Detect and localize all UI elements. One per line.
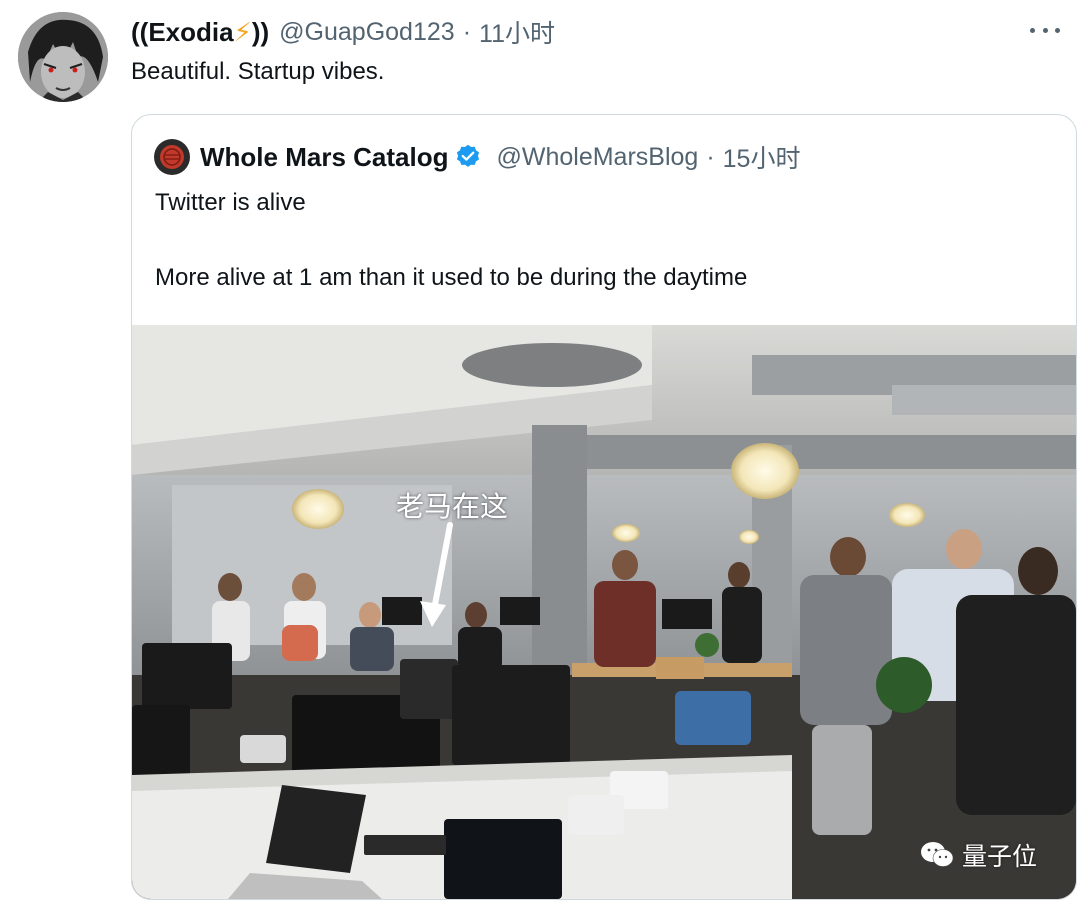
photo-annotation: 老马在这 (396, 491, 509, 522)
more-options-icon[interactable] (1030, 20, 1060, 40)
watermark-text: 量子位 (962, 843, 1038, 871)
quoted-author-handle[interactable]: @WholeMarsBlog (496, 143, 698, 172)
quoted-author-avatar[interactable] (154, 139, 190, 175)
quoted-tweet-text-line1: Twitter is alive (155, 189, 306, 216)
wechat-icon (920, 841, 954, 869)
office-scene-image (132, 325, 1076, 899)
tweet-timestamp[interactable]: 11小时 (479, 14, 555, 50)
verified-badge-icon (454, 143, 482, 171)
quoted-tweet-header: Whole Mars Catalog @WholeMarsBlog · 15小时 (154, 139, 800, 175)
tweet-header: ((Exodia⚡)) @GuapGod123 · 11小时 (131, 14, 555, 50)
separator-dot: · (706, 142, 715, 171)
quoted-tweet-photo[interactable]: 老马在这 量子位 (132, 325, 1076, 899)
tweet-text: Beautiful. Startup vibes. (131, 58, 385, 85)
lightning-bolt-icon: ⚡ (233, 16, 252, 47)
separator-dot: · (462, 17, 472, 46)
quoted-tweet-text-line2: More alive at 1 am than it used to be du… (155, 264, 748, 291)
photo-watermark: 量子位 (920, 837, 1037, 873)
author-handle[interactable]: @GuapGod123 (279, 18, 455, 47)
quoted-author-name[interactable]: Whole Mars Catalog (200, 142, 448, 173)
author-avatar[interactable] (18, 12, 108, 102)
quoted-tweet-card[interactable]: Whole Mars Catalog @WholeMarsBlog · 15小时… (131, 114, 1077, 900)
author-name[interactable]: ((Exodia⚡)) (131, 17, 269, 48)
quoted-tweet-timestamp[interactable]: 15小时 (723, 139, 801, 175)
